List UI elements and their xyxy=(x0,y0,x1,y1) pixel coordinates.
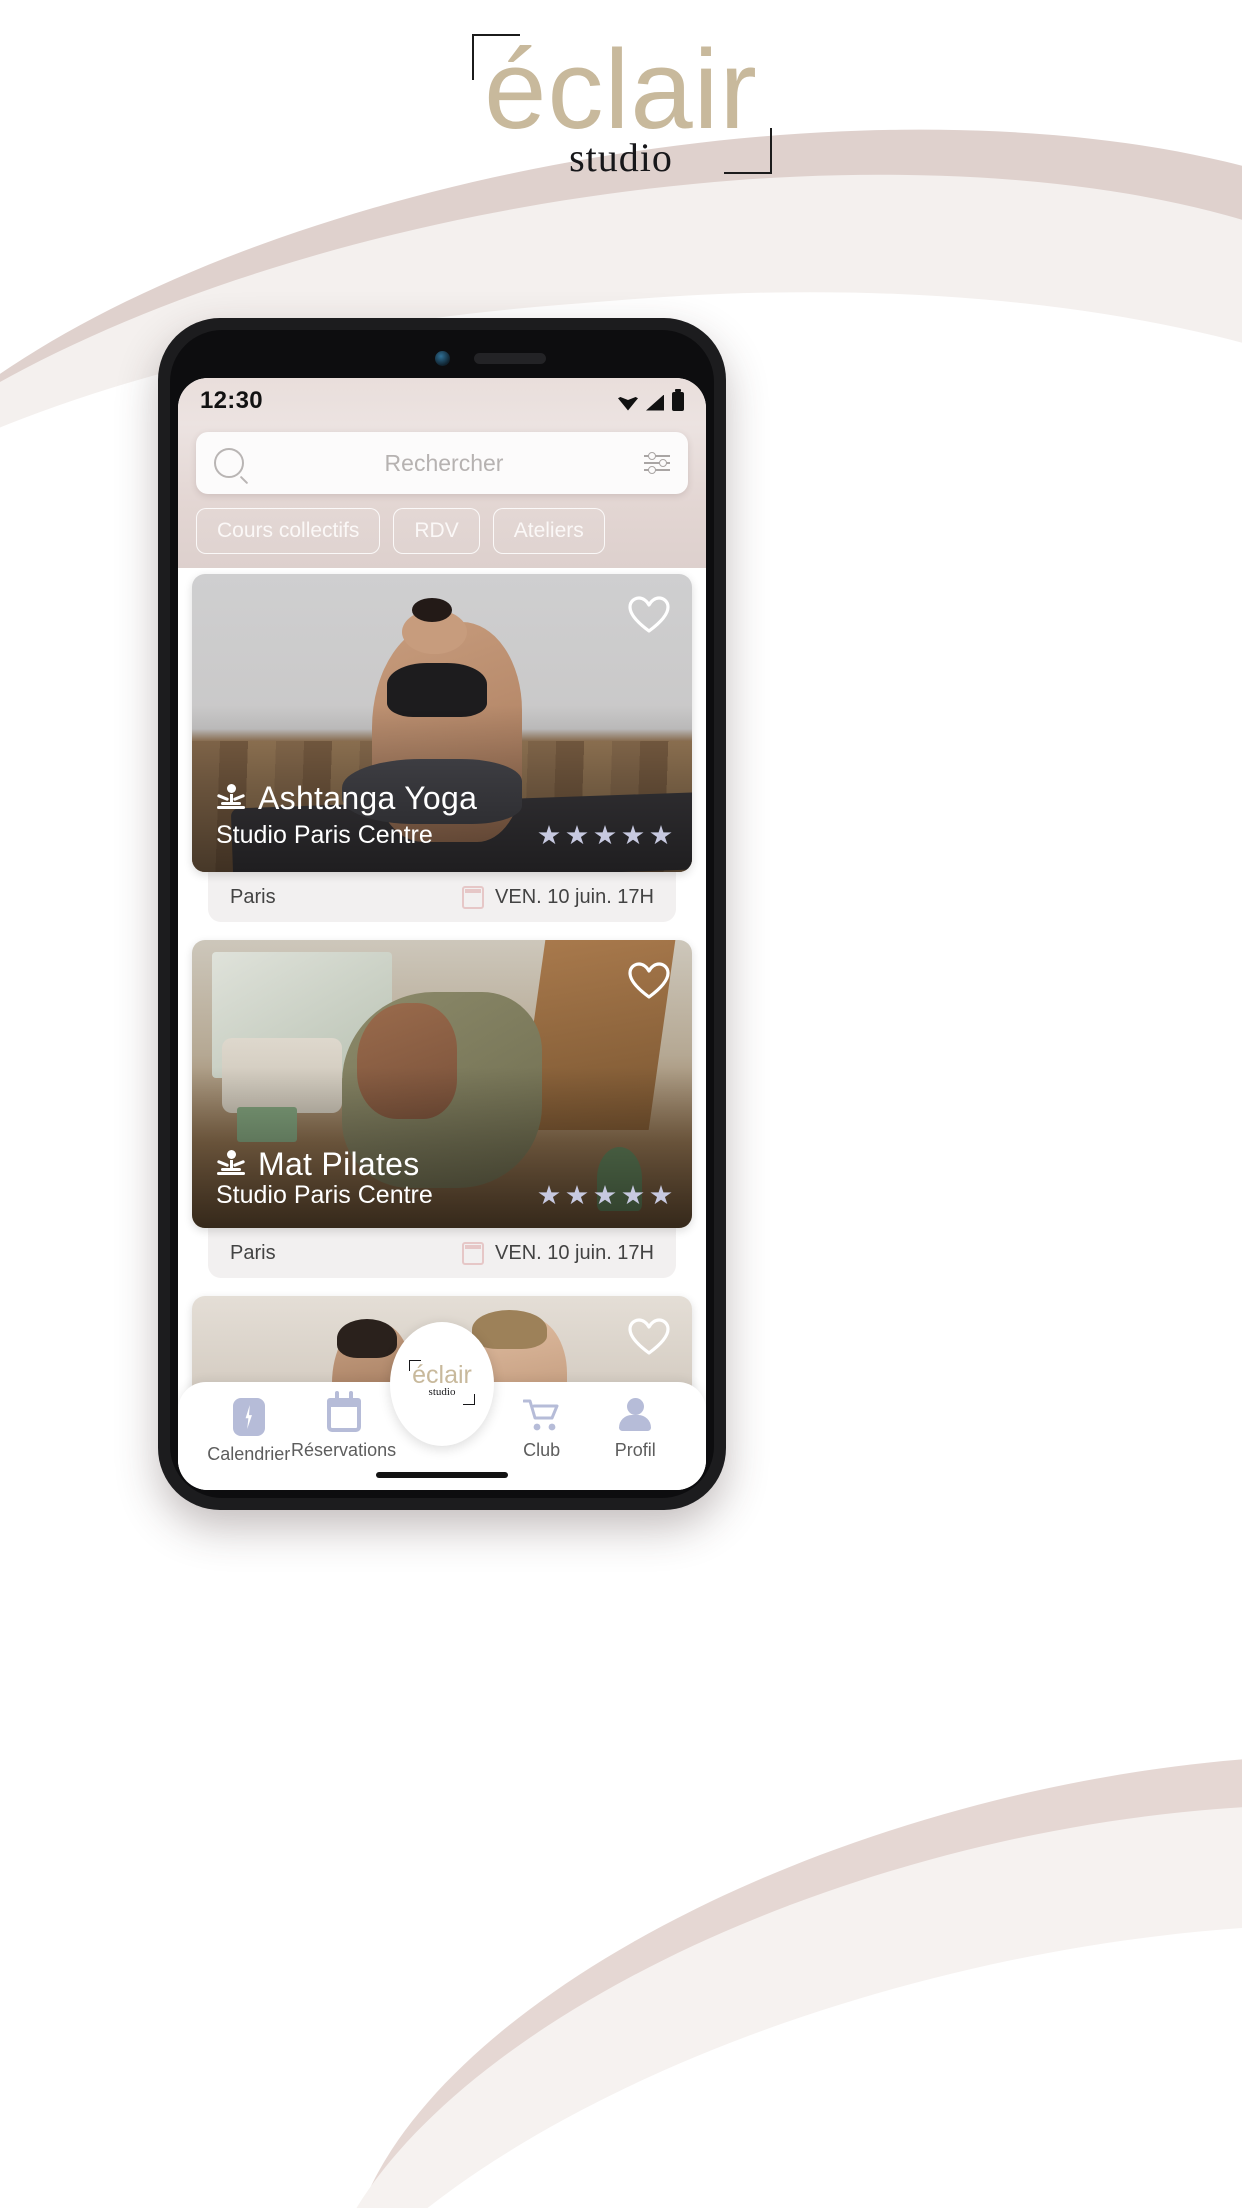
fab-brand-tagline: studio xyxy=(428,1386,456,1398)
nav-item-profil[interactable]: Profil xyxy=(588,1398,682,1461)
class-studio: Studio Paris Centre xyxy=(216,821,433,849)
class-card-image[interactable]: Mat Pilates Studio Paris Centre xyxy=(192,940,692,1228)
brand-tagline: studio xyxy=(569,135,673,180)
search-icon xyxy=(214,448,244,478)
search-input[interactable]: Rechercher xyxy=(256,450,632,477)
phone-screen: 12:30 Rechercher Cours collectifs RDV At… xyxy=(178,378,706,1490)
search-bar[interactable]: Rechercher xyxy=(196,432,688,494)
lightning-bolt-icon xyxy=(232,1398,265,1436)
class-datetime: VEN. 10 juin. 17H xyxy=(495,1242,654,1264)
battery-icon xyxy=(672,388,684,411)
nav-label: Réservations xyxy=(291,1440,397,1460)
yoga-pose-icon xyxy=(216,783,246,814)
nav-item-reservations[interactable]: Réservations xyxy=(291,1391,396,1461)
earpiece-speaker xyxy=(474,353,546,364)
class-card-overlay: Ashtanga Yoga Studio Paris Centre xyxy=(216,780,672,850)
class-card[interactable]: Mat Pilates Studio Paris Centre Paris VE… xyxy=(192,940,692,1278)
filter-sliders-icon[interactable] xyxy=(644,451,670,474)
filter-chip-rdv[interactable]: RDV xyxy=(393,508,480,554)
calendar-icon xyxy=(462,886,485,909)
shopping-cart-icon xyxy=(522,1398,561,1432)
yoga-pose-icon xyxy=(216,1149,246,1180)
user-avatar-icon xyxy=(618,1398,652,1432)
filter-chip-cours-collectifs[interactable]: Cours collectifs xyxy=(196,508,381,554)
nav-label: Club xyxy=(523,1440,561,1460)
eclair-home-button[interactable]: éclair studio xyxy=(390,1322,494,1446)
status-bar: 12:30 xyxy=(178,378,706,424)
class-card-image[interactable]: Ashtanga Yoga Studio Paris Centre xyxy=(192,574,692,872)
fab-brand-name: éclair xyxy=(412,1361,472,1389)
rating-stars xyxy=(538,1185,672,1206)
search-header: Rechercher Cours collectifs RDV Ateliers xyxy=(178,424,706,568)
eclair-logo-icon: éclair studio xyxy=(403,1360,481,1407)
heart-icon[interactable] xyxy=(628,596,670,634)
class-card-overlay: Mat Pilates Studio Paris Centre xyxy=(216,1146,672,1210)
class-card[interactable]: Ashtanga Yoga Studio Paris Centre Paris xyxy=(192,574,692,922)
wifi-icon xyxy=(618,397,638,411)
heart-icon[interactable] xyxy=(628,1318,670,1356)
class-title: Ashtanga Yoga xyxy=(258,780,478,816)
front-camera-icon xyxy=(435,351,450,366)
nav-item-club[interactable]: Club xyxy=(495,1398,589,1461)
nav-label: Calendrier xyxy=(207,1444,291,1464)
brand-logo: éclair studio xyxy=(0,28,1242,178)
class-city: Paris xyxy=(230,1242,276,1264)
brand-name: éclair xyxy=(484,27,758,152)
filter-chip-row: Cours collectifs RDV Ateliers xyxy=(196,508,688,554)
class-datetime: VEN. 10 juin. 17H xyxy=(495,886,654,908)
cellular-signal-icon xyxy=(646,394,664,411)
class-city: Paris xyxy=(230,886,276,908)
class-studio: Studio Paris Centre xyxy=(216,1181,433,1209)
class-title: Mat Pilates xyxy=(258,1146,420,1182)
nav-item-calendrier[interactable]: Calendrier xyxy=(202,1398,296,1465)
home-indicator[interactable] xyxy=(376,1472,508,1478)
status-icons xyxy=(618,388,684,411)
status-time: 12:30 xyxy=(200,387,263,414)
phone-mockup: 12:30 Rechercher Cours collectifs RDV At… xyxy=(158,318,726,1510)
calendar-icon xyxy=(462,1242,485,1265)
calendar-icon xyxy=(326,1391,361,1432)
rating-stars xyxy=(538,825,672,846)
filter-chip-ateliers[interactable]: Ateliers xyxy=(492,508,605,554)
nav-label: Profil xyxy=(614,1440,656,1460)
heart-icon[interactable] xyxy=(628,962,670,1000)
